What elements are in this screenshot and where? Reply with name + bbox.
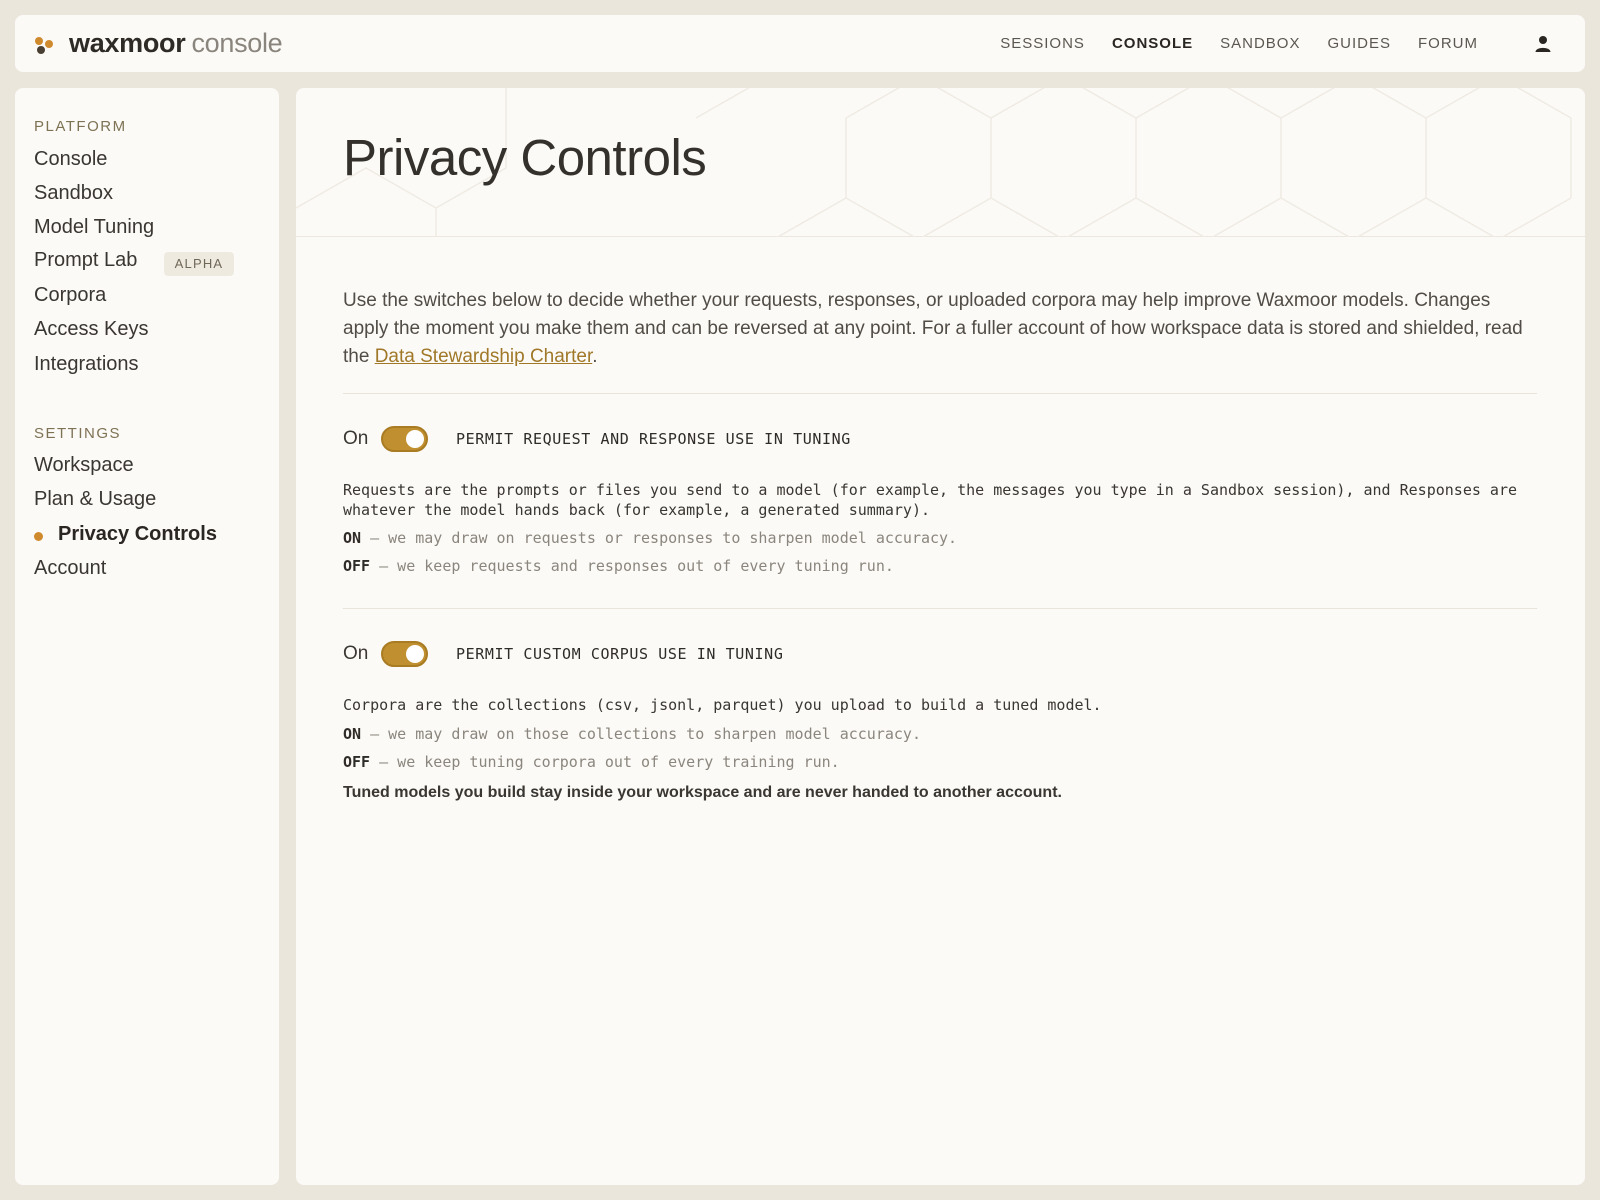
switch-knob: [406, 430, 424, 448]
nav-sandbox[interactable]: SANDBOX: [1220, 35, 1300, 52]
toggle-description: Corpora are the collections (csv, jsonl,…: [343, 696, 1102, 714]
intro-end: .: [592, 346, 598, 367]
sidebar-item-plan-usage[interactable]: Plan & Usage: [34, 488, 156, 511]
off-text: — we keep requests and responses out of …: [370, 557, 894, 575]
custom-corpus-switch[interactable]: [381, 641, 428, 667]
alpha-badge: ALPHA: [164, 252, 234, 276]
sidebar-item-prompt-lab[interactable]: Prompt Lab: [34, 249, 137, 272]
on-text: — we may draw on those collections to sh…: [361, 725, 921, 743]
top-navbar: waxmoor console SESSIONS CONSOLE SANDBOX…: [15, 15, 1585, 72]
brand-name: waxmoor: [69, 28, 186, 58]
main-panel: Privacy Controls Use the switches below …: [296, 88, 1585, 1185]
intro-paragraph: Use the switches below to decide whether…: [343, 287, 1523, 371]
sidebar-item-integrations[interactable]: Integrations: [34, 353, 139, 376]
user-icon[interactable]: [1534, 35, 1552, 53]
sidebar-section-platform: PLATFORM: [34, 118, 127, 135]
active-indicator-dot: [34, 532, 43, 541]
toggle-on-explanation: ON — we may draw on requests or response…: [343, 528, 1543, 548]
tuned-models-note: Tuned models you build stay inside your …: [343, 784, 1062, 801]
toggle-title: PERMIT REQUEST AND RESPONSE USE IN TUNIN…: [456, 430, 851, 448]
data-stewardship-charter-link[interactable]: Data Stewardship Charter: [375, 346, 593, 367]
request-response-switch[interactable]: [381, 426, 428, 452]
on-key: ON: [343, 529, 362, 547]
sidebar-item-access-keys[interactable]: Access Keys: [34, 318, 148, 341]
page-header: Privacy Controls: [296, 88, 1585, 237]
brand-suffix: console: [191, 28, 283, 58]
off-key: OFF: [343, 753, 371, 771]
sidebar-item-workspace[interactable]: Workspace: [34, 454, 134, 477]
nav-guides[interactable]: GUIDES: [1327, 35, 1391, 52]
toggle-off-explanation: OFF — we keep requests and responses out…: [343, 556, 1543, 576]
toggle-title: PERMIT CUSTOM CORPUS USE IN TUNING: [456, 645, 784, 663]
section-divider: [343, 393, 1537, 394]
sidebar-section-settings: SETTINGS: [34, 425, 122, 442]
sidebar-item-console[interactable]: Console: [34, 148, 107, 171]
sidebar-item-sandbox[interactable]: Sandbox: [34, 182, 113, 205]
toggle-description: Requests are the prompts or files you se…: [343, 481, 1527, 519]
request-response-toggle-row: On PERMIT REQUEST AND RESPONSE USE IN TU…: [343, 426, 851, 452]
toggle-on-explanation: ON — we may draw on those collections to…: [343, 724, 1543, 744]
section-divider: [343, 608, 1537, 609]
sidebar-item-corpora[interactable]: Corpora: [34, 284, 106, 307]
sidebar-item-model-tuning[interactable]: Model Tuning: [34, 216, 154, 239]
off-text: — we keep tuning corpora out of every tr…: [370, 753, 840, 771]
page-title: Privacy Controls: [343, 129, 707, 186]
on-key: ON: [343, 725, 362, 743]
switch-knob: [406, 645, 424, 663]
nav-console[interactable]: CONSOLE: [1112, 35, 1193, 52]
main-nav: SESSIONS CONSOLE SANDBOX GUIDES FORUM: [973, 15, 1585, 72]
sidebar-item-privacy-controls[interactable]: Privacy Controls: [58, 523, 217, 546]
nav-forum[interactable]: FORUM: [1418, 35, 1478, 52]
waxmoor-logo-icon: [35, 33, 57, 55]
toggle-state-label: On: [343, 643, 369, 664]
toggle-off-explanation: OFF — we keep tuning corpora out of ever…: [343, 752, 1543, 772]
off-key: OFF: [343, 557, 371, 575]
sidebar: PLATFORM Console Sandbox Model Tuning Pr…: [15, 88, 279, 1185]
on-text: — we may draw on requests or responses t…: [361, 529, 958, 547]
sidebar-item-account[interactable]: Account: [34, 557, 106, 580]
brand[interactable]: waxmoor console: [35, 28, 283, 59]
toggle-state-label: On: [343, 428, 369, 449]
custom-corpus-toggle-row: On PERMIT CUSTOM CORPUS USE IN TUNING: [343, 641, 783, 667]
nav-sessions[interactable]: SESSIONS: [1000, 35, 1085, 52]
